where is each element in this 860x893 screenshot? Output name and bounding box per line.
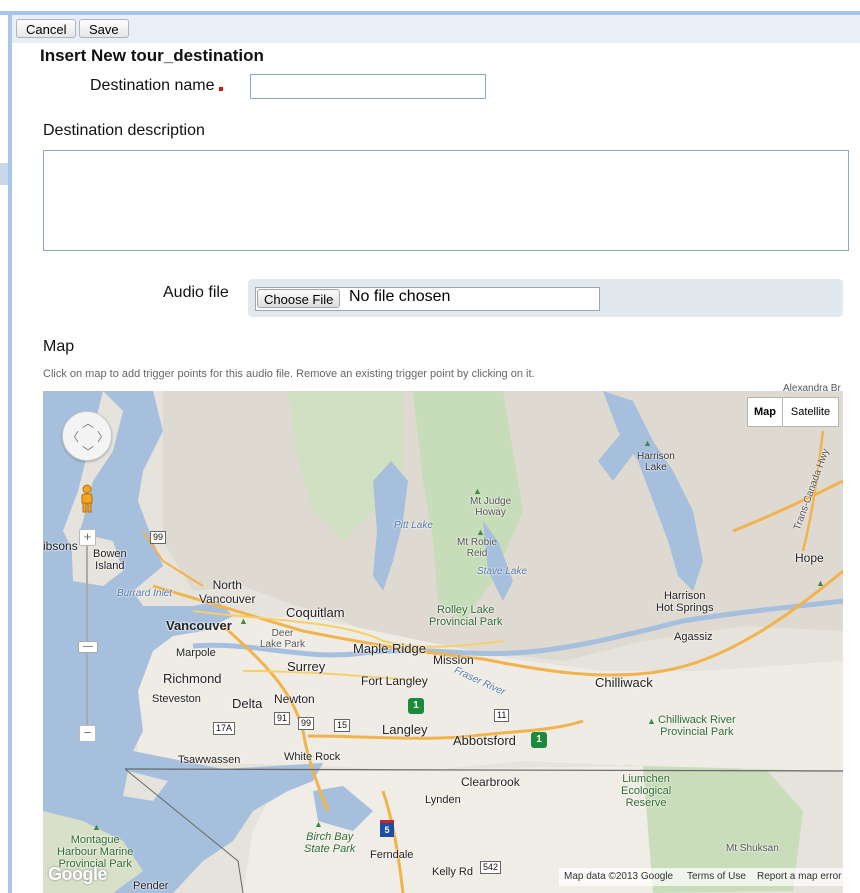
place-label: Pitt Lake (394, 520, 433, 531)
required-marker (219, 87, 223, 91)
place-label: Kelly Rd (432, 866, 473, 878)
route-shield: 17A (213, 722, 236, 735)
cancel-button[interactable]: Cancel (16, 19, 77, 38)
park-tree-icon: ▲ (476, 527, 485, 537)
choose-file-button[interactable]: Choose File (257, 289, 341, 308)
trans-canada-shield: 1 (531, 732, 547, 748)
save-button[interactable]: Save (79, 19, 129, 38)
pan-up-arrow-icon[interactable]: ︿ (82, 414, 94, 431)
park-tree-icon: ▲ (643, 438, 652, 448)
place-label: Pender (133, 880, 169, 892)
zoom-slider-track[interactable] (86, 538, 88, 734)
form-toolbar: Cancel Save (12, 15, 860, 43)
place-label: Mt Shuksan (726, 843, 779, 854)
route-shield: 542 (480, 861, 502, 874)
place-label: Newton (274, 692, 315, 706)
audio-file-label: Audio file (163, 284, 229, 301)
place-label: Chilliwack River Provincial Park (658, 714, 736, 738)
no-file-chosen-text: No file chosen (349, 288, 451, 305)
place-label: Alexandra Br (783, 383, 841, 394)
place-label: Lynden (425, 794, 461, 806)
place-label: Steveston (152, 693, 201, 705)
zoom-out-button[interactable]: − (79, 725, 96, 742)
trans-canada-shield: 1 (408, 698, 424, 714)
destination-name-label: Destination name (90, 77, 215, 94)
place-label: Coquitlam (286, 605, 345, 620)
place-label: White Rock (284, 751, 341, 763)
left-frame-stripe (8, 11, 12, 893)
terms-of-use-link[interactable]: Terms of Use (687, 868, 746, 886)
destination-description-label: Destination description (43, 122, 205, 139)
map-type-map-button[interactable]: Map (747, 397, 783, 427)
google-logo: Google (48, 864, 108, 884)
place-label: Burrard Inlet (117, 588, 173, 599)
place-label: Birch Bay State Park (304, 831, 356, 855)
interstate-shield: 5 (380, 820, 394, 837)
destination-description-textarea[interactable] (43, 150, 849, 251)
place-label: Chilliwack (595, 675, 653, 690)
place-label: Stave Lake (477, 566, 528, 577)
left-frame-notch (0, 163, 8, 185)
park-tree-icon: ▲ (816, 578, 825, 588)
route-shield: 91 (274, 712, 291, 725)
pan-control[interactable]: ︿ ﹀ 〈 〉 (62, 411, 112, 461)
map-base-layer (43, 391, 843, 893)
zoom-slider-handle[interactable] (78, 641, 98, 653)
route-shield: 99 (150, 531, 167, 544)
place-label: Harrison Hot Springs (656, 590, 714, 614)
park-tree-icon: ▲ (92, 822, 101, 832)
route-shield: 15 (334, 719, 351, 732)
form-title: Insert New tour_destination (40, 46, 264, 65)
place-label: Langley (382, 722, 428, 737)
route-shield: 99 (298, 717, 315, 730)
park-tree-icon: ▲ (647, 716, 656, 726)
place-label: Surrey (287, 659, 326, 674)
place-label: Mt Robie Reid (457, 537, 498, 559)
place-label: Vancouver (166, 618, 232, 633)
place-label: ibsons (43, 539, 78, 553)
place-label: Clearbrook (461, 775, 520, 789)
report-map-error-link[interactable]: Report a map error (757, 868, 841, 886)
map-data-attribution: Map data ©2013 Google (564, 871, 674, 882)
place-label: North Vancouver (199, 578, 256, 606)
pegman-street-view-icon[interactable] (78, 484, 96, 514)
place-label: Richmond (163, 671, 222, 686)
place-label: Maple Ridge (353, 641, 426, 656)
map-label: Map (43, 338, 75, 355)
place-label: Harrison Lake (637, 451, 675, 473)
map-type-satellite-button[interactable]: Satellite (782, 397, 839, 427)
place-label: Hope (795, 551, 824, 565)
pan-down-arrow-icon[interactable]: ﹀ (82, 443, 94, 460)
park-tree-icon: ▲ (473, 486, 482, 496)
place-label: Bowen Island (93, 548, 127, 572)
destination-name-input[interactable] (250, 74, 486, 99)
place-label: Marpole (176, 647, 216, 659)
route-shield: 11 (494, 709, 510, 722)
map-attribution: Map data ©2013 Google Terms of Use Repor… (559, 868, 843, 886)
place-label: Mission (433, 653, 474, 667)
map-help-text: Click on map to add trigger points for t… (43, 368, 535, 380)
zoom-in-button[interactable]: + (79, 529, 96, 546)
place-label: Liumchen Ecological Reserve (621, 773, 672, 809)
place-label: Ferndale (370, 849, 414, 861)
map-canvas[interactable] (43, 391, 843, 893)
place-label: Fort Langley (361, 674, 428, 688)
park-tree-icon: ▲ (239, 616, 248, 626)
place-label: Tsawwassen (178, 754, 241, 766)
pan-left-arrow-icon[interactable]: 〈 (67, 428, 79, 445)
place-label: Rolley Lake Provincial Park (429, 604, 503, 628)
place-label: Delta (232, 696, 263, 711)
place-label: Mt Judge Howay (470, 496, 512, 518)
pan-right-arrow-icon[interactable]: 〉 (97, 428, 109, 445)
place-label: Agassiz (674, 631, 713, 643)
place-label: Deer Lake Park (260, 628, 306, 650)
park-tree-icon: ▲ (314, 819, 323, 829)
place-label: Abbotsford (453, 733, 516, 748)
